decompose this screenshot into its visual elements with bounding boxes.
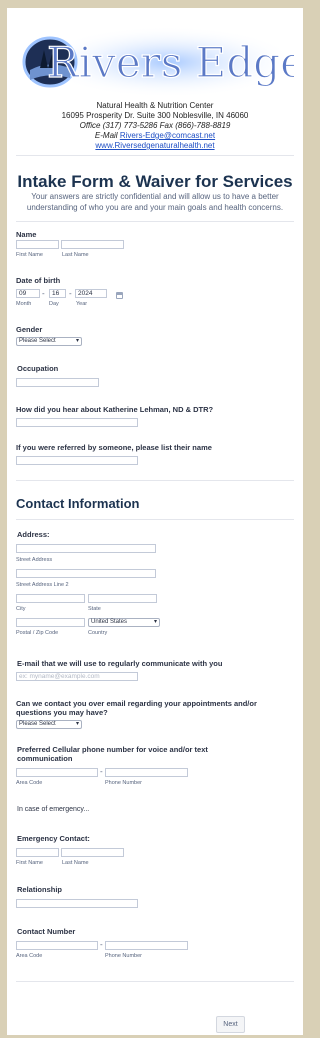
calendar-icon[interactable] bbox=[116, 292, 123, 299]
address-label: Address: bbox=[17, 530, 50, 539]
form-title: Intake Form & Waiver for Services bbox=[17, 172, 293, 191]
dob-month-input[interactable]: 09 bbox=[16, 289, 40, 298]
email-label: E-mail that we will use to regularly com… bbox=[17, 659, 223, 668]
gender-select[interactable]: Please Select ▾ bbox=[16, 337, 82, 346]
gender-label: Gender bbox=[16, 325, 43, 334]
form-subtitle: Your answers are strictly confidential a… bbox=[26, 192, 284, 212]
postal-code-input[interactable] bbox=[16, 618, 85, 627]
name-label: Name bbox=[16, 230, 37, 239]
country-select[interactable]: United States ▾ bbox=[88, 618, 160, 627]
area-code-sublabel: Area Code bbox=[16, 953, 43, 959]
phone-separator: - bbox=[100, 940, 103, 949]
emergency-last-name-input[interactable] bbox=[61, 848, 124, 857]
cell-phone-label: Preferred Cellular phone number for voic… bbox=[17, 745, 208, 763]
email-input[interactable]: ex: myname@example.com bbox=[16, 672, 138, 681]
email-link[interactable]: Rivers-Edge@comcast.net bbox=[120, 131, 215, 140]
svg-text:Rivers Edge: Rivers Edge bbox=[47, 38, 294, 87]
address-block: Natural Health & Nutrition Center 16095 … bbox=[16, 101, 294, 151]
day-sublabel: Day bbox=[49, 301, 59, 307]
country-selected-value: United States bbox=[91, 619, 128, 625]
chevron-down-icon: ▾ bbox=[153, 619, 157, 625]
dob-year-input[interactable]: 2024 bbox=[75, 289, 107, 298]
dob-day-input[interactable]: 16 bbox=[49, 289, 66, 298]
chevron-down-icon: ▾ bbox=[75, 338, 79, 344]
last-name-input[interactable] bbox=[61, 240, 124, 249]
postal-code-sublabel: Postal / Zip Code bbox=[16, 630, 59, 636]
city-input[interactable] bbox=[16, 594, 85, 603]
city-sublabel: City bbox=[16, 606, 26, 612]
country-sublabel: Country bbox=[88, 630, 108, 636]
email-contact-select[interactable]: Please Select ▾ bbox=[16, 720, 82, 729]
divider bbox=[16, 519, 294, 520]
referred-by-input[interactable] bbox=[16, 456, 138, 465]
emergency-note: In case of emergency... bbox=[17, 806, 90, 813]
chevron-down-icon: ▾ bbox=[75, 721, 79, 727]
street-address-2-input[interactable] bbox=[16, 569, 156, 578]
email-label: E-Mail bbox=[94, 131, 118, 140]
email-contact-selected-value: Please Select bbox=[19, 721, 56, 727]
state-sublabel: State bbox=[88, 606, 101, 612]
month-sublabel: Month bbox=[16, 301, 32, 307]
phone-number-sublabel: Phone Number bbox=[105, 953, 142, 959]
website-link[interactable]: www.Riversedgenaturalhealth.net bbox=[95, 141, 214, 150]
emergency-contact-label: Emergency Contact: bbox=[17, 834, 90, 843]
form-card: Rivers Edge Natural Health & Nutrition C… bbox=[7, 8, 303, 1035]
referred-by-label: If you were referred by someone, please … bbox=[16, 443, 212, 452]
first-name-sublabel: First Name bbox=[16, 252, 43, 258]
dob-separator: - bbox=[69, 289, 72, 298]
next-button[interactable]: Next bbox=[216, 1016, 245, 1033]
contact-phone-number-input[interactable] bbox=[105, 941, 188, 950]
rivers-edge-logo: Rivers Edge bbox=[22, 26, 294, 98]
occupation-label: Occupation bbox=[17, 364, 59, 373]
street-address-2-sublabel: Street Address Line 2 bbox=[16, 582, 69, 588]
cell-phone-number-input[interactable] bbox=[105, 768, 188, 777]
street-address: 16095 Prosperity Dr. Suite 300 Noblesvil… bbox=[61, 111, 249, 120]
first-name-input[interactable] bbox=[16, 240, 59, 249]
header: Rivers Edge Natural Health & Nutrition C… bbox=[16, 19, 294, 150]
contact-number-label: Contact Number bbox=[17, 927, 76, 936]
divider bbox=[16, 155, 294, 156]
gender-selected-value: Please Select bbox=[19, 338, 56, 344]
divider bbox=[16, 221, 294, 222]
area-code-sublabel: Area Code bbox=[16, 780, 43, 786]
last-name-sublabel: Last Name bbox=[62, 860, 89, 866]
contact-info-heading: Contact Information bbox=[16, 496, 140, 511]
heard-about-input[interactable] bbox=[16, 418, 138, 427]
center-name: Natural Health & Nutrition Center bbox=[96, 101, 214, 110]
email-contact-label: Can we contact you over email regarding … bbox=[16, 699, 257, 717]
contact-area-code-input[interactable] bbox=[16, 941, 98, 950]
phone-number-sublabel: Phone Number bbox=[105, 780, 142, 786]
phone-separator: - bbox=[100, 767, 103, 776]
heard-about-label: How did you hear about Katherine Lehman,… bbox=[16, 405, 214, 414]
street-address-sublabel: Street Address bbox=[16, 557, 53, 563]
first-name-sublabel: First Name bbox=[16, 860, 43, 866]
divider bbox=[16, 981, 294, 982]
occupation-input[interactable] bbox=[16, 378, 99, 387]
emergency-first-name-input[interactable] bbox=[16, 848, 59, 857]
state-input[interactable] bbox=[88, 594, 157, 603]
relationship-input[interactable] bbox=[16, 899, 138, 908]
year-sublabel: Year bbox=[76, 301, 88, 307]
cell-area-code-input[interactable] bbox=[16, 768, 98, 777]
last-name-sublabel: Last Name bbox=[62, 252, 89, 258]
phone-line: Office (317) 773-5286 Fax (866)-788-8819 bbox=[79, 121, 231, 130]
dob-label: Date of birth bbox=[16, 276, 61, 285]
street-address-input[interactable] bbox=[16, 544, 156, 553]
dob-separator: - bbox=[42, 289, 45, 298]
divider bbox=[16, 480, 294, 481]
relationship-label: Relationship bbox=[17, 885, 63, 894]
